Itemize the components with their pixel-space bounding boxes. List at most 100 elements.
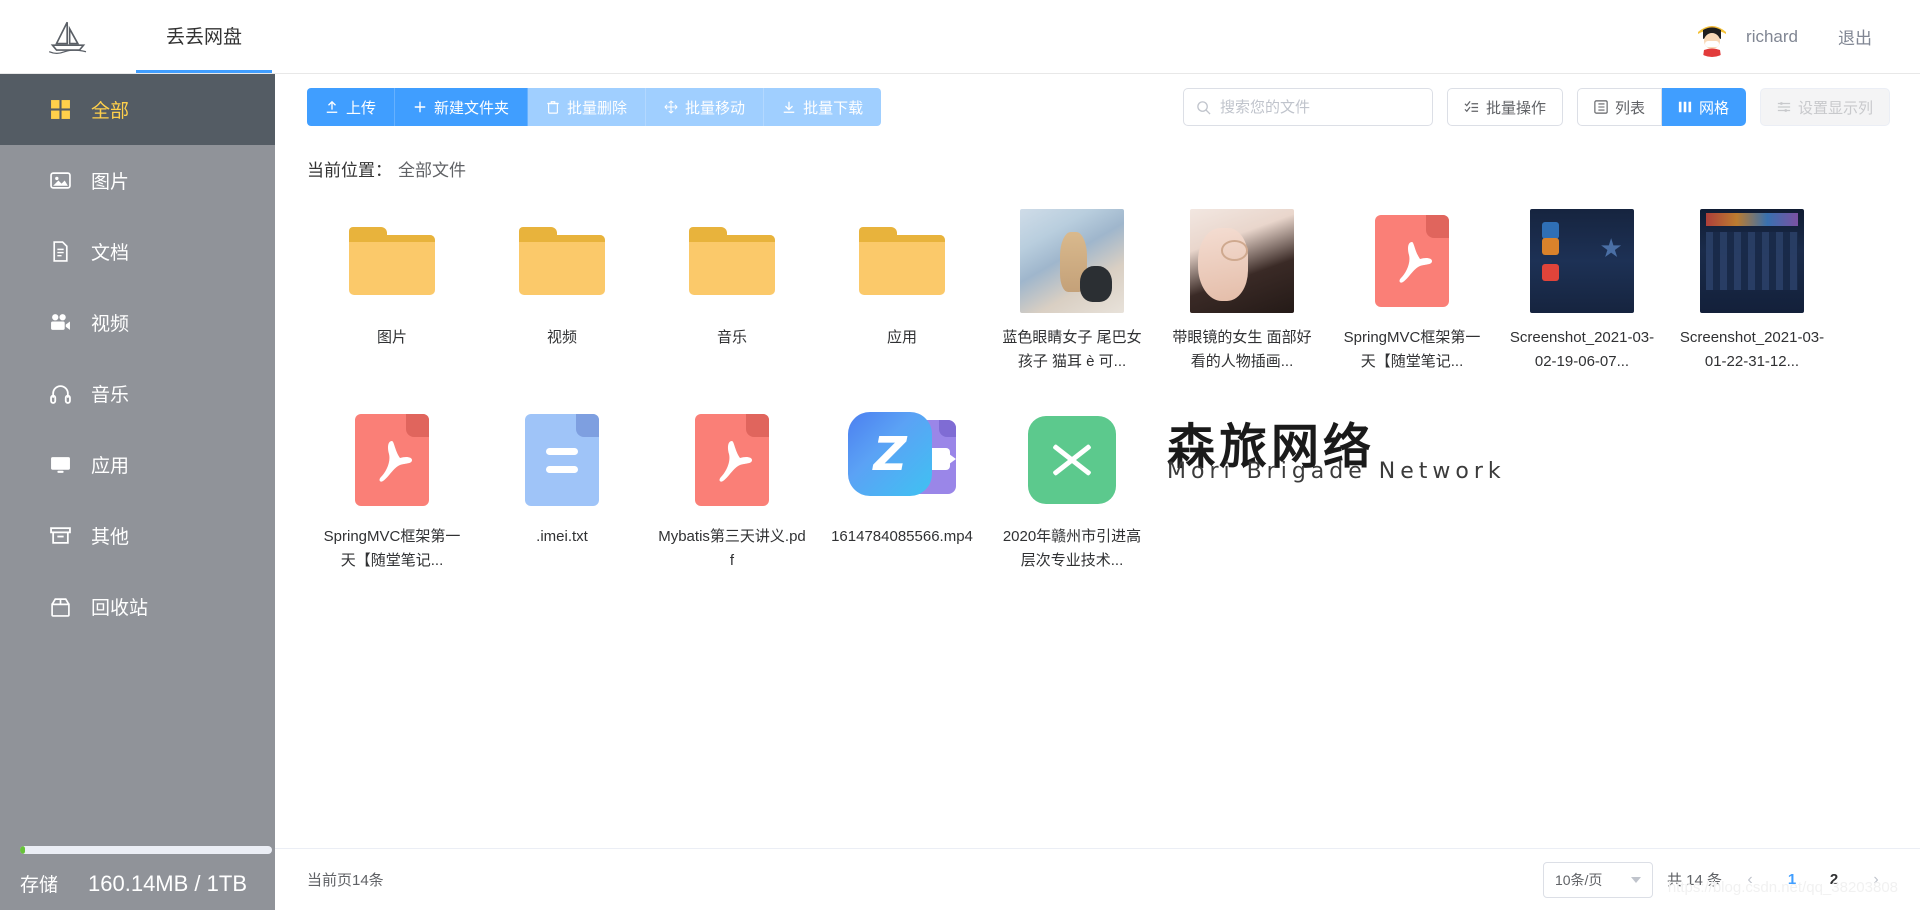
list-icon [1594,100,1608,114]
sidebar-item-label: 视频 [91,314,130,335]
bulk-move-button-label: 批量移动 [685,99,746,117]
bulk-download-button[interactable]: 批量下载 [764,88,882,126]
user-name: richard [1746,26,1798,46]
file-name: 图片 [376,329,407,346]
file-thumbnail [485,408,639,512]
page-size-select[interactable]: 10条/页 [1542,861,1653,898]
view-mode-list-label: 列表 [1614,99,1645,117]
file-item[interactable]: 应用 [817,209,987,374]
file-name: 1614784085566.mp4 [831,528,973,545]
download-icon [782,100,796,114]
logout-button[interactable]: 退出 [1838,24,1872,49]
pdf-file-icon [1375,215,1449,307]
page-size-value: 10条/页 [1554,871,1603,888]
pagination-prev-button[interactable]: ‹ [1736,866,1764,894]
view-mode-list-button[interactable]: 列表 [1576,88,1662,126]
file-item[interactable]: SpringMVC框架第一天【随堂笔记... [307,408,477,573]
logo[interactable] [0,19,136,55]
storage-progress-fill [20,846,26,854]
file-thumbnail [1675,209,1829,313]
file-thumbnail [995,408,1149,512]
grid-view-icon [1678,101,1692,113]
trash-icon [50,596,71,617]
file-thumbnail [1165,209,1319,313]
file-item[interactable]: 视频 [477,209,647,374]
image-thumbnail [1020,209,1124,313]
sidebar-item-label: 图片 [91,172,130,193]
sidebar-item-music[interactable]: 音乐 [0,358,275,429]
upload-button[interactable]: 上传 [307,88,396,126]
total-count: 共 14 条 [1666,872,1722,889]
file-item[interactable]: 带眼镜的女生 面部好看的人物插画... [1157,209,1327,374]
spreadsheet-file-icon [1028,416,1116,504]
file-item[interactable]: Screenshot_2021-03-02-19-06-07... [1497,209,1667,374]
file-item[interactable]: Z 1614784085566.mp4 [817,408,987,573]
file-name: 2020年赣州市引进高层次专业技术... [1002,528,1142,569]
file-name: Mybatis第三天讲义.pdf [658,528,806,569]
file-name: 带眼镜的女生 面部好看的人物插画... [1172,329,1312,370]
bulk-delete-button[interactable]: 批量删除 [528,88,647,126]
folder-icon [349,227,435,295]
settings-columns-label: 设置显示列 [1797,99,1873,117]
file-item[interactable]: Mybatis第三天讲义.pdf [647,408,817,573]
video-icon [50,312,71,333]
checklist-icon [1464,100,1478,112]
file-item[interactable]: SpringMVC框架第一天【随堂笔记... [1327,209,1497,374]
view-mode-toggle: 列表 网格 [1576,88,1746,126]
file-name: SpringMVC框架第一天【随堂笔记... [323,528,461,569]
pagination-page-2[interactable]: 2 [1820,866,1848,894]
monitor-icon [50,454,71,475]
file-item[interactable]: .imei.txt [477,408,647,573]
view-mode-grid-button[interactable]: 网格 [1661,88,1746,126]
pagination: 10条/页 共 14 条 ‹ 1 2 › [1542,861,1890,898]
sidebar-item-images[interactable]: 图片 [0,145,275,216]
document-icon [50,241,71,262]
storage-progress-bar [20,846,272,854]
file-item[interactable]: 蓝色眼睛女子 尾巴女孩子 猫耳 è 可... [987,209,1157,374]
batch-operations-button[interactable]: 批量操作 [1446,88,1563,126]
bulk-move-button[interactable]: 批量移动 [646,88,765,126]
breadcrumb: 当前位置： 全部文件 [275,140,1920,181]
move-icon [664,100,678,114]
file-name: 音乐 [716,329,747,346]
pagination-next-button[interactable]: › [1862,866,1890,894]
sidebar-item-trash[interactable]: 回收站 [0,571,275,642]
chevron-down-icon [1630,876,1641,883]
pagination-page-1[interactable]: 1 [1778,866,1806,894]
new-folder-button[interactable]: 新建文件夹 [395,88,529,126]
file-thumbnail [1505,209,1659,313]
breadcrumb-current[interactable]: 全部文件 [398,156,466,181]
file-item[interactable]: Screenshot_2021-03-01-22-31-12... [1667,209,1837,374]
sidebar-item-label: 全部 [91,101,130,122]
image-icon [50,170,71,191]
top-header: 丢丢网盘 richard 退出 [0,0,1920,74]
file-thumbnail: Z [825,408,979,512]
folder-icon [859,227,945,295]
user-area[interactable]: richard [1692,16,1798,57]
brand-tab[interactable]: 丢丢网盘 [136,0,273,73]
sailboat-icon [48,21,87,54]
sidebar: 全部 图片 文档 视频 音乐 应用 其他 回收站 存储 160.14MB / 1… [0,74,275,910]
file-item[interactable]: 音乐 [647,209,817,374]
search-input[interactable] [1219,98,1420,116]
box-icon [50,525,71,546]
sidebar-item-documents[interactable]: 文档 [0,216,275,287]
current-page-count: 当前页14条 [307,872,384,889]
sidebar-item-apps[interactable]: 应用 [0,429,275,500]
search-box[interactable] [1182,88,1433,126]
file-grid: 图片 视频 音乐 应用 蓝色眼睛女子 尾巴女孩子 猫耳 è 可... 带眼镜的女生 面部好… [275,181,1920,607]
file-item[interactable]: 图片 [307,209,477,374]
sidebar-item-label: 应用 [91,456,130,477]
columns-icon [1777,102,1791,112]
sidebar-item-videos[interactable]: 视频 [0,287,275,358]
file-thumbnail [485,209,639,313]
bulk-action-button-group: 上传 新建文件夹 批量删除 批量移动 批量下载 [307,88,882,126]
sidebar-item-others[interactable]: 其他 [0,500,275,571]
file-name: .imei.txt [536,528,588,545]
settings-columns-button[interactable]: 设置显示列 [1759,88,1890,126]
pdf-file-icon [695,414,769,506]
batch-operations-label: 批量操作 [1485,99,1546,117]
file-item[interactable]: 2020年赣州市引进高层次专业技术... [987,408,1157,573]
toolbar-right-tools: 批量操作 列表 网格 [1182,88,1890,126]
sidebar-item-all[interactable]: 全部 [0,74,275,145]
